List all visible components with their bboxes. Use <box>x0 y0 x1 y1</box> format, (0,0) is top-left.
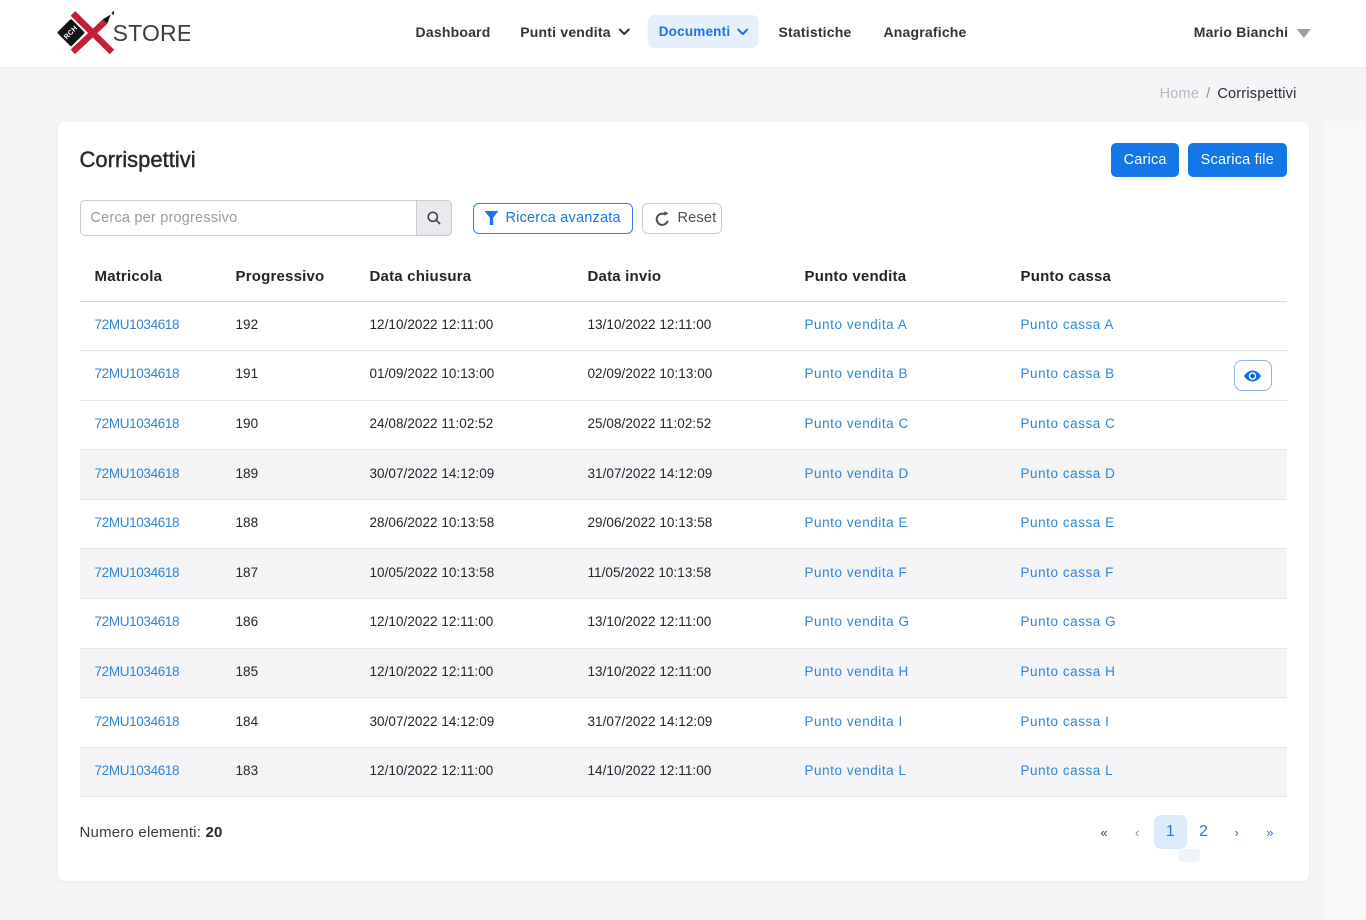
svg-text:STORE: STORE <box>113 20 190 46</box>
